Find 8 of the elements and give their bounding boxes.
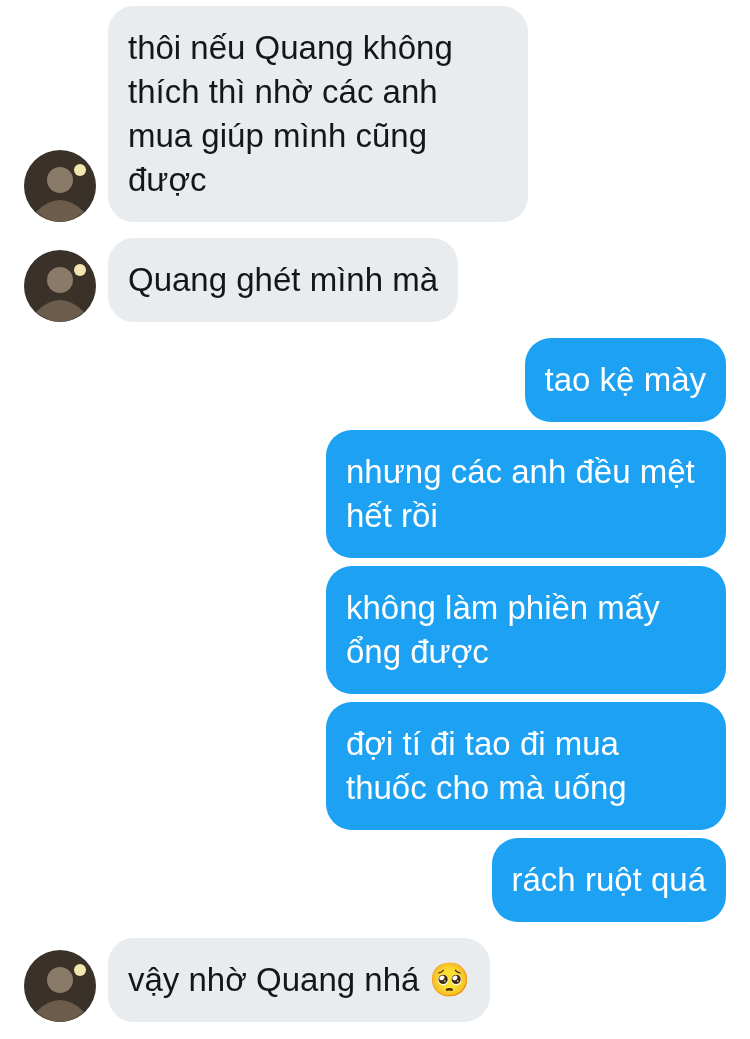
received-message: vậy nhờ Quang nhá 🥺 [108, 938, 490, 1022]
received-message: thôi nếu Quang không thích thì nhờ các anh mua giúp mình cũng được [108, 6, 528, 222]
sent-message: tao kệ mày [524, 338, 726, 422]
sent-message: đợi tí đi tao đi mua thuốc cho mà uống [326, 702, 726, 830]
sent-message: nhưng các anh đều mệt hết rồi [326, 430, 726, 558]
sent-message: rách ruột quá [491, 838, 726, 922]
sent-message: không làm phiền mấy ổng được [326, 566, 726, 694]
received-message: Quang ghét mình mà [108, 238, 459, 322]
